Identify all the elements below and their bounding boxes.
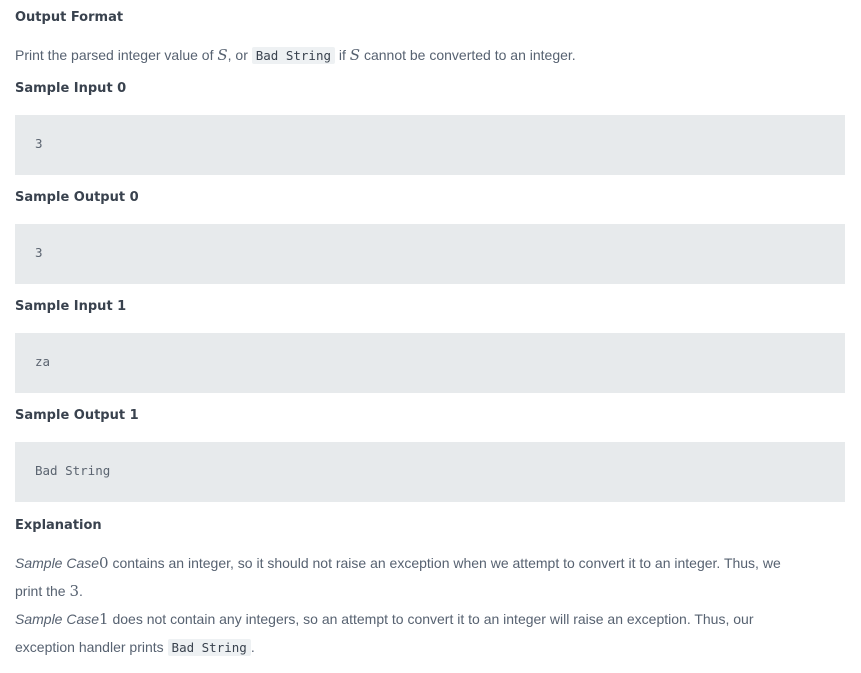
math-number-0: 0 — [99, 554, 109, 572]
sample-output-0-block: 3 — [15, 224, 845, 284]
math-variable-s: S — [217, 46, 228, 64]
explanation-line-2-end: . — [79, 583, 83, 599]
sample-case-label-0: Sample Case — [15, 555, 100, 571]
sample-input-1-block: za — [15, 333, 845, 393]
output-format-text-before: Print the parsed integer value of — [15, 47, 218, 63]
math-number-3: 3 — [69, 582, 80, 600]
output-format-text-if: if — [335, 47, 350, 63]
inline-code-bad-string: Bad String — [251, 47, 336, 64]
sample-input-1-value: za — [35, 354, 51, 369]
math-variable-s-2: S — [349, 46, 361, 64]
sample-input-0-heading: Sample Input 0 — [15, 81, 127, 96]
sample-output-0-heading: Sample Output 0 — [15, 190, 139, 205]
math-number-1: 1 — [99, 610, 109, 628]
output-format-heading: Output Format — [15, 10, 124, 25]
output-format-text-after: cannot be converted to an integer. — [360, 47, 576, 63]
output-format-text-or: , or — [227, 47, 252, 63]
sample-output-1-block: Bad String — [15, 442, 845, 502]
explanation-line-1: Sample Case0 contains an integer, so it … — [15, 553, 781, 573]
sample-input-1-heading: Sample Input 1 — [15, 299, 127, 314]
inline-code-bad-string-2: Bad String — [167, 639, 251, 656]
explanation-line-4-text: exception handler prints — [15, 639, 168, 655]
explanation-line-2-text: print the — [15, 583, 70, 599]
explanation-heading: Explanation — [15, 518, 102, 533]
problem-statement: Output Format Print the parsed integer v… — [0, 0, 861, 673]
sample-output-1-heading: Sample Output 1 — [15, 408, 139, 423]
explanation-line-1-text: contains an integer, so it should not ra… — [108, 555, 781, 571]
explanation-line-3: Sample Case1 does not contain any intege… — [15, 609, 753, 629]
explanation-line-3-text: does not contain any integers, so an att… — [108, 611, 754, 627]
explanation-line-2: print the 3. — [15, 581, 83, 601]
explanation-line-4-end: . — [250, 639, 255, 655]
sample-input-0-value: 3 — [35, 136, 43, 151]
sample-input-0-block: 3 — [15, 115, 845, 175]
explanation-line-4: exception handler prints Bad String. — [15, 637, 255, 658]
output-format-description: Print the parsed integer value of S, or … — [15, 45, 576, 66]
sample-output-0-value: 3 — [35, 245, 43, 260]
sample-case-label-1: Sample Case — [15, 611, 100, 627]
sample-output-1-value: Bad String — [35, 463, 111, 478]
